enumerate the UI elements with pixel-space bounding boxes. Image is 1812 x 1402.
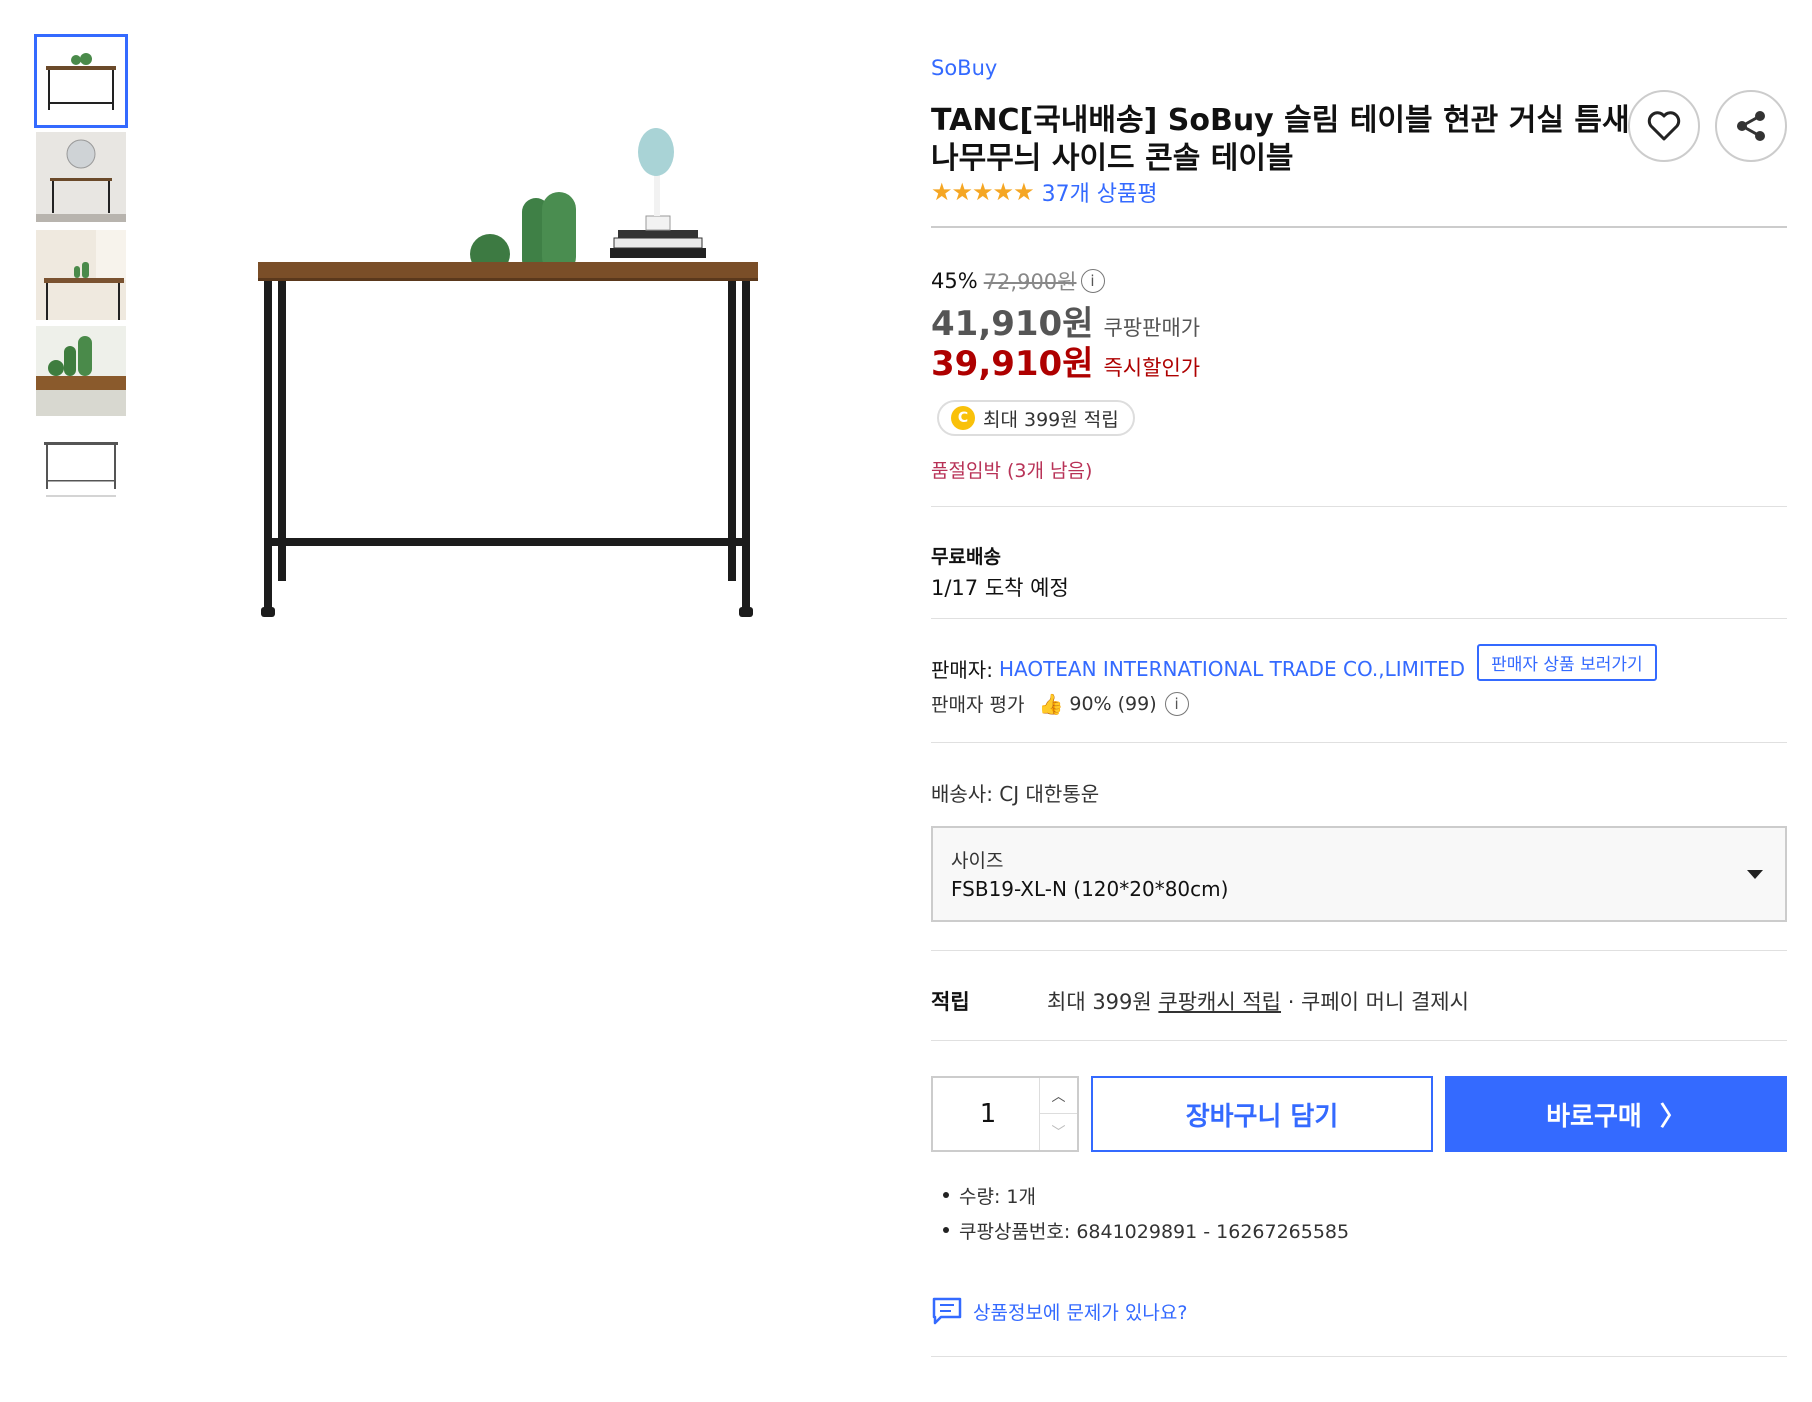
buy-now-label: 바로구매 [1546,1101,1642,1132]
message-icon [932,1297,962,1325]
reward-prefix: 최대 399원 [1047,990,1159,1014]
divider [931,1040,1787,1041]
caret-down-icon [1747,870,1763,879]
seller-rating-value: 90% (99) [1069,692,1157,715]
brand-link[interactable]: SoBuy [931,56,997,80]
report-issue-link[interactable]: 상품정보에 문제가 있나요? [931,1296,1187,1326]
size-select[interactable]: 사이즈 FSB19-XL-N (120*20*80cm) [931,826,1787,922]
divider [931,506,1787,507]
star-rating: ★★★★★ [931,178,1035,206]
thumbs-up-icon: 👍 [1038,691,1064,716]
seller-rating-label: 판매자 평가 [931,694,1025,716]
shipping-title: 무료배송 [931,546,1001,568]
add-to-cart-button[interactable]: 장바구니 담기 [1091,1076,1433,1152]
product-title: TANC[국내배송] SoBuy 슬림 테이블 현관 거실 틈새 나무무늬 사이… [931,103,1630,176]
coin-icon: C [951,406,975,430]
size-select-label: 사이즈 [951,850,1004,872]
discount-row: 45% 72,900원 i [931,266,1105,296]
instant-price-label: 즉시할인가 [1103,356,1201,380]
share-button[interactable] [1715,90,1787,162]
thumbnail-2[interactable] [36,132,126,222]
shipping-date: 1/17 도착 예정 [931,576,1069,600]
stock-warning: 품절임박 (3개 남음) [931,460,1093,482]
thumbnail-5[interactable] [36,422,126,512]
quantity-decrease-button[interactable]: ﹀ [1039,1114,1077,1150]
divider [931,1356,1787,1357]
divider [931,618,1787,619]
size-select-value: FSB19-XL-N (120*20*80cm) [951,877,1229,901]
seller-name-link[interactable]: HAOTEAN INTERNATIONAL TRADE CO.,LIMITED [999,657,1465,681]
thumbnail-3[interactable] [36,230,126,320]
original-price: 72,900원 [983,270,1077,294]
coupang-cash-link[interactable]: 쿠팡캐시 적립 [1158,990,1281,1014]
reward-text: 최대 399원 쿠팡캐시 적립 · 쿠페이 머니 결제시 [1047,986,1469,1016]
product-main-image [230,120,790,640]
instant-price-row: 39,910원 즉시할인가 [931,336,1200,385]
chevron-up-icon: ︿ [1051,1088,1066,1105]
rating-summary[interactable]: ★★★★★ 37개 상품평 [931,176,1158,208]
info-icon[interactable]: i [1164,691,1189,716]
share-icon [1737,111,1765,141]
divider [931,742,1787,743]
chevron-down-icon: ﹀ [1051,1125,1066,1141]
divider [931,950,1787,951]
cash-reward-text: 최대 399원 적립 [983,408,1119,431]
buy-now-button[interactable]: 바로구매 〉 [1445,1076,1787,1152]
info-icon[interactable]: i [1080,269,1105,293]
review-count-link[interactable]: 37개 상품평 [1042,176,1158,208]
purchase-notes: 수량: 1개 쿠팡상품번호: 6841029891 - 16267265585 [943,1182,1349,1252]
list-item: 쿠팡상품번호: 6841029891 - 16267265585 [943,1217,1349,1244]
seller-row: 판매자: HAOTEAN INTERNATIONAL TRADE CO.,LIM… [931,644,1657,687]
cash-reward-badge: C 최대 399원 적립 [937,400,1135,436]
seller-products-button[interactable]: 판매자 상품 보러가기 [1477,644,1657,681]
chevron-right-icon: 〉 [1659,1101,1686,1132]
thumbnail-1[interactable] [34,34,128,128]
seller-rating-row: 판매자 평가 👍 90% (99) i [931,690,1189,717]
instant-price: 39,910원 [931,344,1094,384]
quantity-increase-button[interactable]: ︿ [1039,1078,1077,1114]
thumbnail-4[interactable] [36,326,126,416]
discount-percent: 45% [931,269,978,293]
carrier-text: 배송사: CJ 대한통운 [931,782,1100,806]
divider [931,226,1787,228]
heart-icon [1647,111,1681,141]
quantity-input[interactable] [933,1078,1043,1150]
wishlist-button[interactable] [1628,90,1700,162]
quantity-stepper: ︿ ﹀ [931,1076,1079,1152]
seller-label: 판매자: [931,658,993,682]
list-item: 수량: 1개 [943,1182,1349,1209]
report-issue-label: 상품정보에 문제가 있나요? [973,1301,1188,1324]
reward-suffix: · 쿠페이 머니 결제시 [1281,990,1469,1014]
reward-label: 적립 [931,990,970,1014]
